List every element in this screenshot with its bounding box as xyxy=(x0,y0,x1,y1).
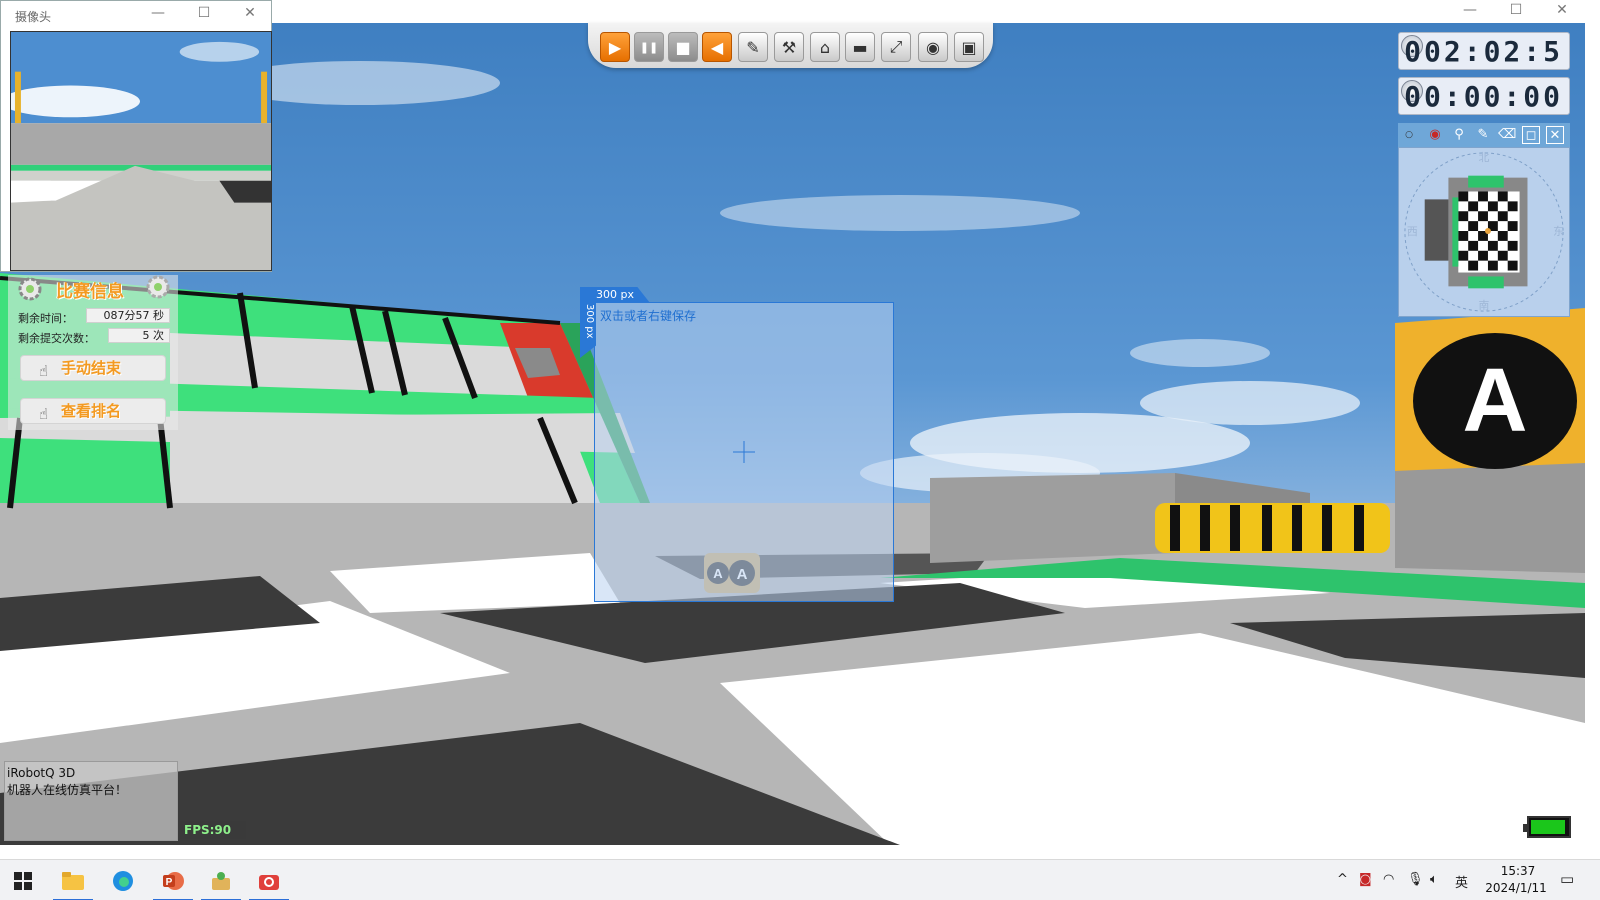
match-info-panel: 比赛信息 剩余时间： 087分57 秒 剩余提交次数： 5 次 ☝ 手动结束 ☝… xyxy=(8,275,178,430)
robot-app-icon xyxy=(212,871,230,890)
simulation-toolbar: ▶ ❚❚ ■ ◀ ✎ ⚒ ⌂ ▬ ⤢ ◉ ▣ xyxy=(588,23,993,68)
taskbar-edge[interactable] xyxy=(100,860,146,900)
minimize-button[interactable]: — xyxy=(1447,0,1493,23)
brand-slogan: 机器人在线仿真平台！ xyxy=(7,783,128,797)
battery-fill xyxy=(1531,820,1565,834)
start-button[interactable] xyxy=(0,860,46,900)
pen-icon[interactable]: ✎ xyxy=(1474,126,1492,144)
minimap-toolbar: ○ ◉ ⚲ ✎ ⌫ ◻ ✕ xyxy=(1398,123,1570,147)
volume-icon[interactable]: 🔈︎ xyxy=(1430,872,1438,887)
countdown-timer: 00:00:00 xyxy=(1398,77,1570,115)
tray-overflow-icon[interactable]: ^ xyxy=(1337,872,1348,887)
wall-block xyxy=(930,473,1175,563)
back-button[interactable]: ◀ xyxy=(702,32,732,62)
elapsed-timer: 002:02:5 xyxy=(1398,32,1570,70)
camera-window[interactable]: 摄像头 — ☐ ✕ xyxy=(0,0,272,272)
settings-gear-icon[interactable] xyxy=(144,273,172,301)
minimap[interactable]: 北 南 西 东 xyxy=(1398,147,1570,317)
pause-button[interactable]: ❚❚ xyxy=(634,32,664,62)
stop-button[interactable]: ■ xyxy=(668,32,698,62)
remaining-time-label: 剩余时间： xyxy=(18,312,73,325)
north-label: 北 xyxy=(1479,151,1490,164)
maximize-button[interactable]: ☐ xyxy=(1493,0,1539,23)
brand-name: iRobotQ 3D xyxy=(7,766,76,780)
close-icon[interactable]: ✕ xyxy=(1546,126,1564,144)
record-button[interactable]: ◉ xyxy=(918,32,948,62)
taskbar-time[interactable]: 15:37 xyxy=(1490,864,1546,878)
hand-pointer-icon: ☝ xyxy=(39,405,49,423)
camera-feed xyxy=(10,31,272,271)
south-label: 南 xyxy=(1479,299,1490,312)
west-label: 西 xyxy=(1407,225,1418,238)
view-ranking-button[interactable]: ☝ 查看排名 xyxy=(20,398,166,424)
powerpoint-icon: P xyxy=(163,871,184,890)
east-label: 东 xyxy=(1553,225,1564,238)
video-button[interactable]: ▣ xyxy=(954,32,984,62)
taskbar: P ^ ◙ ◠ 🎙︎ 🔈︎ 英 15:37 2024/1/11 ▭ xyxy=(0,859,1600,900)
main-window: — ☐ ✕ A ▶ ❚❚ ■ ◀ ✎ ⚒ ⌂ ▬ ⤢ ◉ ▣ 002:02:5 … xyxy=(0,0,1585,845)
camera-maximize-button[interactable]: ☐ xyxy=(181,3,227,26)
radio-icon[interactable]: ○ xyxy=(1400,126,1418,144)
network-icon[interactable]: ◠ xyxy=(1383,872,1394,887)
camera-window-title: 摄像头 xyxy=(15,10,52,24)
notification-icon[interactable]: ▭ xyxy=(1560,870,1574,888)
camera-minimize-button[interactable]: — xyxy=(135,3,181,26)
countdown-time: 00:00:00 xyxy=(1404,80,1563,113)
hand-pointer-icon: ☝ xyxy=(39,362,49,380)
terrain-button[interactable]: ⌂ xyxy=(810,32,840,62)
edit-button[interactable]: ✎ xyxy=(738,32,768,62)
sign-a: A xyxy=(1395,308,1585,471)
svg-text:P: P xyxy=(166,877,173,888)
taskbar-file-explorer[interactable] xyxy=(50,860,96,900)
taskbar-powerpoint[interactable]: P xyxy=(150,860,196,900)
match-info-title: 比赛信息 xyxy=(56,282,124,302)
tray-camera-icon[interactable]: ◙ xyxy=(1359,872,1372,887)
taskbar-simulator[interactable] xyxy=(198,860,244,900)
camera-close-button[interactable]: ✕ xyxy=(227,3,273,26)
barrier xyxy=(1155,503,1390,553)
play-button[interactable]: ▶ xyxy=(600,32,630,62)
sign-letter: A xyxy=(1463,351,1528,451)
fps-counter: FPS:90 xyxy=(180,821,246,839)
taskbar-camera[interactable] xyxy=(246,860,292,900)
crosshair-icon xyxy=(733,441,755,463)
camera-follow-button[interactable]: ▬ xyxy=(845,32,875,62)
remaining-submissions-value: 5 次 xyxy=(108,328,170,343)
gear-icon[interactable] xyxy=(16,275,44,303)
brand-box: iRobotQ 3D 机器人在线仿真平台！ xyxy=(4,761,178,841)
windows-icon xyxy=(14,871,32,890)
microphone-icon[interactable]: 🎙︎ xyxy=(1407,872,1424,887)
camera-app-icon xyxy=(259,874,279,890)
elapsed-time: 002:02:5 xyxy=(1404,35,1563,68)
selection-hint: 双击或者右键保存 xyxy=(600,309,697,323)
restore-icon[interactable]: ◻ xyxy=(1522,126,1540,144)
view-ranking-label: 查看排名 xyxy=(61,402,122,420)
taskbar-date[interactable]: 2024/1/11 xyxy=(1480,881,1552,895)
eraser-icon[interactable]: ⌫ xyxy=(1498,126,1516,144)
end-match-button[interactable]: ☝ 手动结束 xyxy=(20,355,166,381)
remaining-submissions-label: 剩余提交次数： xyxy=(18,332,95,345)
close-button[interactable]: ✕ xyxy=(1539,0,1585,23)
remaining-time-value: 087分57 秒 xyxy=(86,308,170,323)
fullscreen-button[interactable]: ⤢ xyxy=(881,32,911,62)
wall-block xyxy=(1395,463,1585,573)
battery-indicator xyxy=(1523,816,1571,838)
ime-indicator[interactable]: 英 xyxy=(1455,872,1468,891)
camera-icon[interactable]: ◉ xyxy=(1426,126,1444,144)
minimap-robot xyxy=(1424,199,1449,261)
edge-icon xyxy=(113,870,133,891)
folder-icon xyxy=(62,871,84,890)
end-match-label: 手动结束 xyxy=(61,359,122,377)
tools-button[interactable]: ⚒ xyxy=(774,32,804,62)
pin-icon[interactable]: ⚲ xyxy=(1450,126,1468,144)
